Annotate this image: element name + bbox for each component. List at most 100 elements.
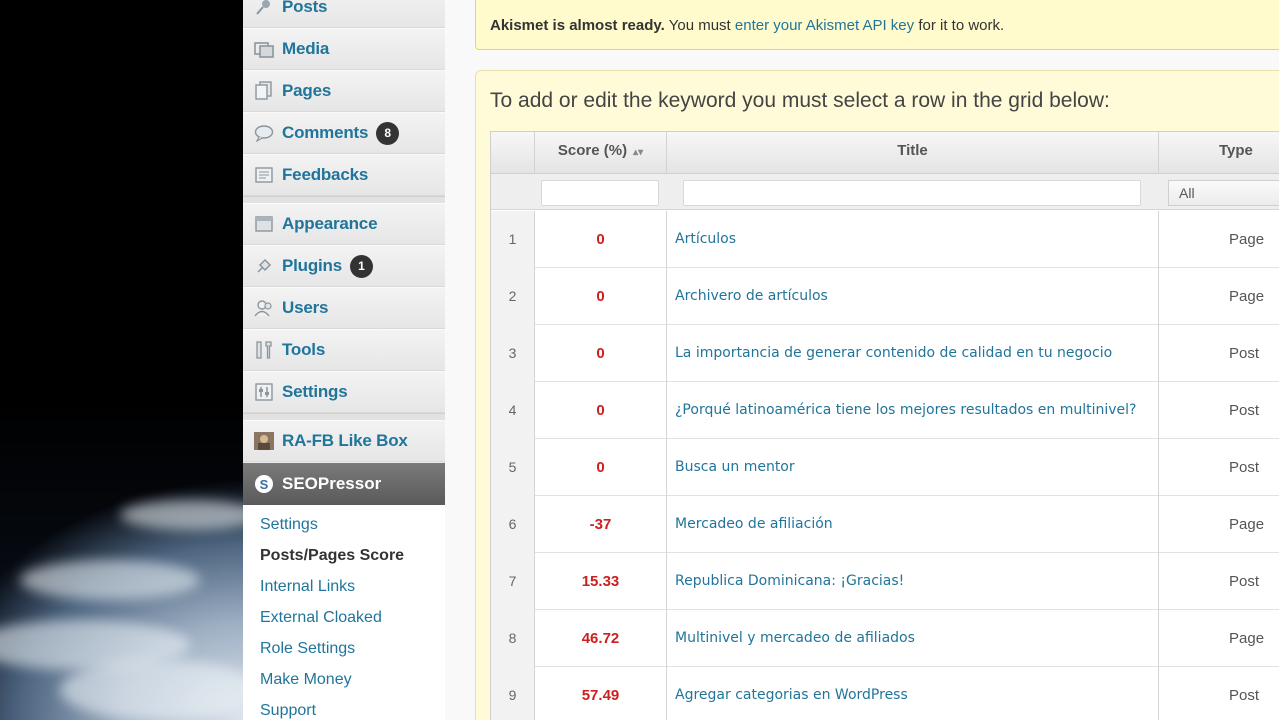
sidebar-item-posts[interactable]: Posts [243, 0, 445, 28]
main-content: Akismet is almost ready. You must enter … [445, 0, 1279, 720]
header-score[interactable]: Score (%) ▴▾ [535, 132, 667, 174]
plugins-update-badge: 1 [350, 254, 373, 278]
sidebar-item-label: Appearance [282, 214, 378, 233]
row-type: Page [1229, 231, 1265, 248]
sidebar-item-label: Posts [282, 0, 328, 16]
row-score: 0 [535, 268, 667, 325]
notice-text: for it to work. [918, 17, 1005, 34]
score-grid: Score (%) ▴▾ Title Type All 1 0 Artículos… [490, 131, 1279, 720]
sidebar-item-label: Plugins [282, 256, 342, 275]
pages-icon [253, 80, 275, 102]
row-type: Page [1229, 630, 1265, 647]
sidebar-item-label: Settings [282, 382, 348, 401]
media-icon [253, 38, 275, 60]
sidebar-item-seopressor[interactable]: S SEOPressor [243, 463, 459, 505]
submenu-support[interactable]: Support [243, 699, 445, 720]
title-filter-input[interactable] [683, 180, 1141, 206]
desktop-background [0, 0, 243, 720]
sidebar-item-appearance[interactable]: Appearance [243, 203, 445, 245]
row-number: 9 [491, 667, 535, 720]
row-type: Post [1229, 345, 1260, 362]
akismet-api-key-link[interactable]: enter your Akismet API key [735, 17, 914, 34]
row-title-link[interactable]: Multinivel y mercadeo de afiliados [667, 610, 1159, 667]
score-filter-input[interactable] [541, 180, 659, 206]
row-number: 5 [491, 439, 535, 496]
notice-text: You must [668, 17, 731, 34]
row-number: 1 [491, 211, 535, 268]
row-title-link[interactable]: Archivero de artículos [667, 268, 1159, 325]
sidebar-item-ra-fb-like-box[interactable]: RA-FB Like Box [243, 420, 445, 462]
row-number: 3 [491, 325, 535, 382]
row-title-link[interactable]: Mercadeo de afiliación [667, 496, 1159, 553]
sidebar-item-tools[interactable]: Tools [243, 329, 445, 371]
table-row[interactable]: 6 -37 Mercadeo de afiliación Page [491, 496, 1279, 553]
header-score-label: Score (%) [557, 142, 628, 159]
appearance-icon [253, 213, 275, 235]
grid-header: Score (%) ▴▾ Title Type [491, 132, 1279, 174]
table-row[interactable]: 1 0 Artículos Page [491, 211, 1279, 268]
sidebar-item-label: Comments [282, 123, 369, 142]
submenu-settings[interactable]: Settings [243, 513, 445, 544]
sidebar-item-label: RA-FB Like Box [282, 431, 408, 450]
pushpin-icon [253, 0, 275, 18]
row-number: 8 [491, 610, 535, 667]
tools-icon [253, 339, 275, 361]
row-title-link[interactable]: ¿Porqué latinoamérica tiene los mejores … [667, 382, 1159, 439]
row-type: Post [1229, 687, 1260, 704]
table-row[interactable]: 2 0 Archivero de artículos Page [491, 268, 1279, 325]
table-row[interactable]: 5 0 Busca un mentor Post [491, 439, 1279, 496]
submenu-make-money[interactable]: Make Money [243, 668, 445, 699]
submenu-posts-pages-score[interactable]: Posts/Pages Score [243, 544, 445, 575]
row-type: Post [1229, 459, 1260, 476]
seopressor-submenu: Settings Posts/Pages Score Internal Link… [243, 505, 445, 720]
sort-icon: ▴▾ [633, 147, 644, 158]
submenu-external-cloaked[interactable]: External Cloaked [243, 606, 445, 637]
row-title-link[interactable]: Agregar categorias en WordPress [667, 667, 1159, 720]
table-row[interactable]: 7 15.33 Republica Dominicana: ¡Gracias! … [491, 553, 1279, 610]
sidebar-item-users[interactable]: Users [243, 287, 445, 329]
sidebar-item-plugins[interactable]: Plugins 1 [243, 245, 445, 287]
filter-row: All [491, 174, 1279, 210]
sidebar-item-comments[interactable]: Comments 8 [243, 112, 445, 154]
row-title-link[interactable]: La importancia de generar contenido de c… [667, 325, 1159, 382]
row-score: 0 [535, 325, 667, 382]
table-row[interactable]: 3 0 La importancia de generar contenido … [491, 325, 1279, 382]
row-title-link[interactable]: Artículos [667, 211, 1159, 268]
table-row[interactable]: 4 0 ¿Porqué latinoamérica tiene los mejo… [491, 382, 1279, 439]
row-score: 15.33 [535, 553, 667, 610]
row-type: Page [1229, 516, 1265, 533]
row-score: 0 [535, 382, 667, 439]
sidebar-item-label: Pages [282, 81, 332, 100]
row-number: 7 [491, 553, 535, 610]
sidebar-item-label: Feedbacks [282, 165, 369, 184]
admin-sidebar: Posts Media Pages Comments 8 Feedbacks A… [243, 0, 459, 720]
svg-text:S: S [260, 477, 269, 492]
header-title[interactable]: Title [667, 132, 1159, 174]
sidebar-item-settings[interactable]: Settings [243, 371, 445, 413]
table-row[interactable]: 8 46.72 Multinivel y mercadeo de afiliad… [491, 610, 1279, 667]
row-number: 6 [491, 496, 535, 553]
sidebar-item-feedbacks[interactable]: Feedbacks [243, 154, 445, 196]
header-rownum [491, 132, 535, 174]
header-type[interactable]: Type [1159, 132, 1279, 174]
comment-bubble-icon [253, 122, 275, 144]
settings-icon [253, 381, 275, 403]
sidebar-item-media[interactable]: Media [243, 28, 445, 70]
comments-count-badge: 8 [376, 121, 400, 145]
row-score: 0 [535, 211, 667, 268]
sidebar-item-pages[interactable]: Pages [243, 70, 445, 112]
users-icon [253, 297, 275, 319]
row-title-link[interactable]: Republica Dominicana: ¡Gracias! [667, 553, 1159, 610]
submenu-role-settings[interactable]: Role Settings [243, 637, 445, 668]
seopressor-logo-icon: S [253, 473, 275, 495]
table-row[interactable]: 9 57.49 Agregar categorias en WordPress … [491, 667, 1279, 720]
sidebar-item-label: Media [282, 39, 330, 58]
panel-heading: To add or edit the keyword you must sele… [490, 89, 1110, 112]
sidebar-item-label: Users [282, 298, 329, 317]
submenu-internal-links[interactable]: Internal Links [243, 575, 445, 606]
notice-bold-text: Akismet is almost ready. [490, 17, 665, 34]
row-type: Page [1229, 288, 1265, 305]
row-title-link[interactable]: Busca un mentor [667, 439, 1159, 496]
type-filter-select[interactable]: All [1168, 180, 1279, 206]
akismet-notice: Akismet is almost ready. You must enter … [475, 0, 1279, 50]
